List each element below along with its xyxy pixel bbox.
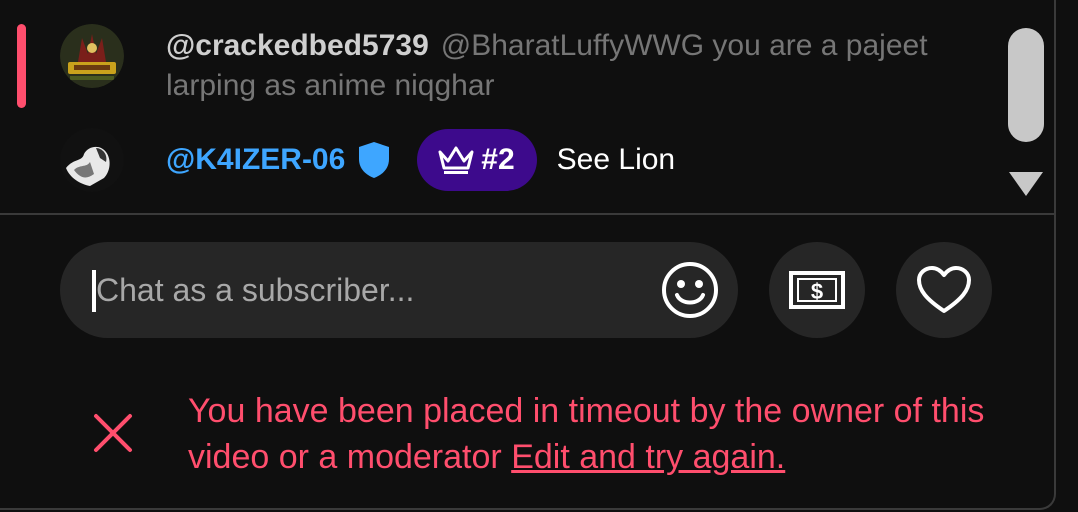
shield-icon: [357, 141, 391, 179]
close-icon[interactable]: [92, 412, 134, 454]
edit-and-try-again-link[interactable]: Edit and try again.: [511, 438, 785, 476]
heart-icon: [917, 266, 971, 313]
mention-highlight-bar: [17, 24, 26, 108]
chat-message-text: See Lion: [556, 143, 676, 176]
divider: [0, 213, 1056, 215]
heart-button[interactable]: [896, 242, 992, 338]
smiley-icon[interactable]: [660, 260, 720, 320]
svg-text:$: $: [811, 279, 823, 304]
chat-input-placeholder: Chat as a subscriber...: [96, 272, 415, 308]
member-rank-badge[interactable]: #2: [417, 129, 537, 191]
chat-author[interactable]: @crackedbed5739: [166, 29, 429, 62]
avatar[interactable]: [60, 128, 124, 192]
scroll-down-arrow-icon[interactable]: [1007, 170, 1045, 198]
dollar-bill-icon: $: [789, 271, 845, 309]
chat-messages: @crackedbed5739 @BharatLuffyWWG you are a…: [0, 0, 1056, 214]
crown-icon: [437, 144, 475, 176]
chat-input[interactable]: Chat as a subscriber...: [60, 242, 738, 338]
chat-author[interactable]: @K4IZER-06: [166, 143, 345, 177]
super-chat-button[interactable]: $: [769, 242, 865, 338]
member-rank: #2: [481, 143, 515, 176]
timeout-error-message: You have been placed in timeout by the o…: [188, 388, 1018, 480]
live-chat-panel: @crackedbed5739 @BharatLuffyWWG you are a…: [0, 0, 1056, 510]
avatar[interactable]: [60, 24, 124, 88]
scrollbar-thumb[interactable]: [1008, 28, 1044, 142]
